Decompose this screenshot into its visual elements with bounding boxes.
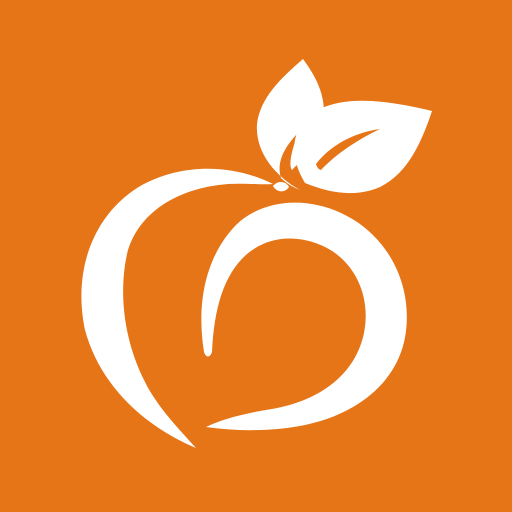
app-icon: [0, 0, 512, 512]
peach-icon: [0, 0, 512, 512]
icon-background: [0, 0, 512, 512]
